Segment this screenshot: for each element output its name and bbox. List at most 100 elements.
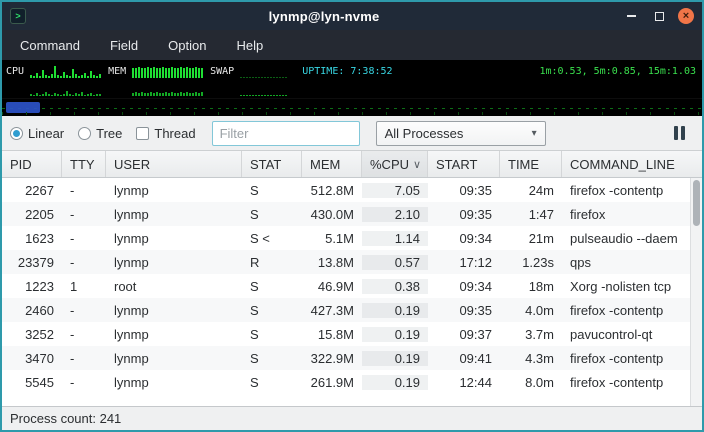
cell-user: root [106, 279, 242, 294]
system-monitor: CPU MEM SWAP UPTIME: 7:38:52 1m:0.53, 5m… [2, 60, 702, 98]
toolbar: Linear Tree Thread All Processes ▾ [2, 116, 702, 150]
cell-cpu: 0.57 [362, 255, 428, 270]
process-row[interactable]: 12231rootS46.9M0.3809:3418mXorg -noliste… [2, 274, 690, 298]
process-row[interactable]: 2267-lynmpS512.8M7.0509:3524mfirefox -co… [2, 178, 690, 202]
column-header-stat[interactable]: STAT [242, 151, 302, 177]
cell-cpu: 0.19 [362, 327, 428, 342]
column-header-tty[interactable]: TTY [62, 151, 106, 177]
cell-command-line: firefox -contentp [562, 183, 690, 198]
titlebar[interactable]: > lynmp@lyn-nvme × [2, 2, 702, 30]
tree-label: Tree [96, 126, 122, 141]
column-label: %CPU [370, 157, 409, 172]
tree-radio[interactable]: Tree [78, 126, 122, 141]
thread-label: Thread [154, 126, 195, 141]
pause-button[interactable] [671, 123, 688, 143]
cell-start: 09:34 [428, 231, 500, 246]
cell-stat: S [242, 375, 302, 390]
cpu-graph-row2 [30, 82, 102, 96]
column-header-command-line[interactable]: COMMAND_LINE [562, 151, 702, 177]
process-row[interactable]: 1623-lynmpS <5.1M1.1409:3421mpulseaudio … [2, 226, 690, 250]
filter-input[interactable] [212, 121, 360, 146]
swap-graph-row2 [240, 82, 288, 96]
column-label: START [436, 157, 477, 172]
cell-user: lynmp [106, 255, 242, 270]
load-history-graph [2, 98, 702, 116]
menu-option[interactable]: Option [156, 33, 218, 58]
menu-field[interactable]: Field [98, 33, 150, 58]
scrollbar-thumb[interactable] [693, 180, 700, 226]
maximize-button[interactable] [650, 7, 668, 25]
cell-command-line: qps [562, 255, 690, 270]
column-header-start[interactable]: START [428, 151, 500, 177]
process-row[interactable]: 2460-lynmpS427.3M0.1909:354.0mfirefox -c… [2, 298, 690, 322]
radio-on-icon [10, 127, 23, 140]
maximize-icon [655, 12, 664, 21]
mem-label: MEM [108, 66, 126, 78]
menubar: Command Field Option Help [2, 30, 702, 60]
cell-command-line: firefox -contentp [562, 375, 690, 390]
process-row[interactable]: 2205-lynmpS430.0M2.1009:351:47firefox [2, 202, 690, 226]
cell-pid: 23379 [2, 255, 62, 270]
cell-pid: 5545 [2, 375, 62, 390]
cell-mem: 261.9M [302, 375, 362, 390]
cell-user: lynmp [106, 183, 242, 198]
cell-pid: 1223 [2, 279, 62, 294]
column-header-cpu[interactable]: %CPU∨ [362, 151, 428, 177]
cell-stat: S [242, 327, 302, 342]
process-row[interactable]: 3470-lynmpS322.9M0.1909:414.3mfirefox -c… [2, 346, 690, 370]
close-button[interactable]: × [678, 8, 694, 24]
cell-command-line: firefox -contentp [562, 303, 690, 318]
table-header-row: PIDTTYUSERSTAT MEM %CPU∨ START TIMECOMMAND_L… [2, 150, 702, 178]
cpu-label: CPU [6, 66, 24, 78]
cell-start: 09:41 [428, 351, 500, 366]
cell-tty: - [62, 255, 106, 270]
cell-cpu: 0.19 [362, 375, 428, 390]
cell-cpu: 0.38 [362, 279, 428, 294]
cell-cpu: 1.14 [362, 231, 428, 246]
mem-graph-row2 [132, 82, 204, 96]
sort-desc-icon: ∨ [409, 158, 421, 171]
cell-stat: R [242, 255, 302, 270]
minimize-button[interactable] [622, 7, 640, 25]
process-scope-select[interactable]: All Processes ▾ [376, 121, 546, 146]
cell-time: 4.0m [500, 303, 562, 318]
cell-time: 18m [500, 279, 562, 294]
column-header-time[interactable]: TIME [500, 151, 562, 177]
load-averages-text: 1m:0.53, 5m:0.85, 15m:1.03 [539, 66, 696, 78]
checkbox-icon [136, 127, 149, 140]
menu-command[interactable]: Command [8, 33, 92, 58]
cell-start: 09:37 [428, 327, 500, 342]
cell-tty: 1 [62, 279, 106, 294]
column-header-mem[interactable]: MEM [302, 151, 362, 177]
process-row[interactable]: 5545-lynmpS261.9M0.1912:448.0mfirefox -c… [2, 370, 690, 394]
radio-off-icon [78, 127, 91, 140]
cell-tty: - [62, 351, 106, 366]
process-row[interactable]: 3252-lynmpS15.8M0.1909:373.7mpavucontrol… [2, 322, 690, 346]
cell-user: lynmp [106, 207, 242, 222]
window-title: lynmp@lyn-nvme [26, 9, 622, 24]
cell-pid: 2460 [2, 303, 62, 318]
cell-tty: - [62, 231, 106, 246]
cell-tty: - [62, 183, 106, 198]
vertical-scrollbar[interactable] [690, 178, 702, 406]
pause-icon [674, 126, 678, 140]
thread-checkbox[interactable]: Thread [136, 126, 195, 141]
cell-pid: 2267 [2, 183, 62, 198]
cell-stat: S [242, 183, 302, 198]
column-header-user[interactable]: USER [106, 151, 242, 177]
cell-stat: S [242, 207, 302, 222]
cell-start: 09:34 [428, 279, 500, 294]
cell-user: lynmp [106, 231, 242, 246]
menu-help[interactable]: Help [224, 33, 275, 58]
cell-pid: 1623 [2, 231, 62, 246]
column-label: MEM [310, 157, 340, 172]
process-row[interactable]: 23379-lynmpR13.8M0.5717:121.23sqps [2, 250, 690, 274]
column-header-pid[interactable]: PID [2, 151, 62, 177]
table-body-wrap: 2267-lynmpS512.8M7.0509:3524mfirefox -co… [2, 178, 702, 406]
cell-stat: S [242, 279, 302, 294]
cell-start: 17:12 [428, 255, 500, 270]
statusbar: Process count: 241 [2, 406, 702, 430]
uptime-text: UPTIME: 7:38:52 [302, 66, 392, 78]
linear-radio[interactable]: Linear [10, 126, 64, 141]
cell-command-line: firefox [562, 207, 690, 222]
